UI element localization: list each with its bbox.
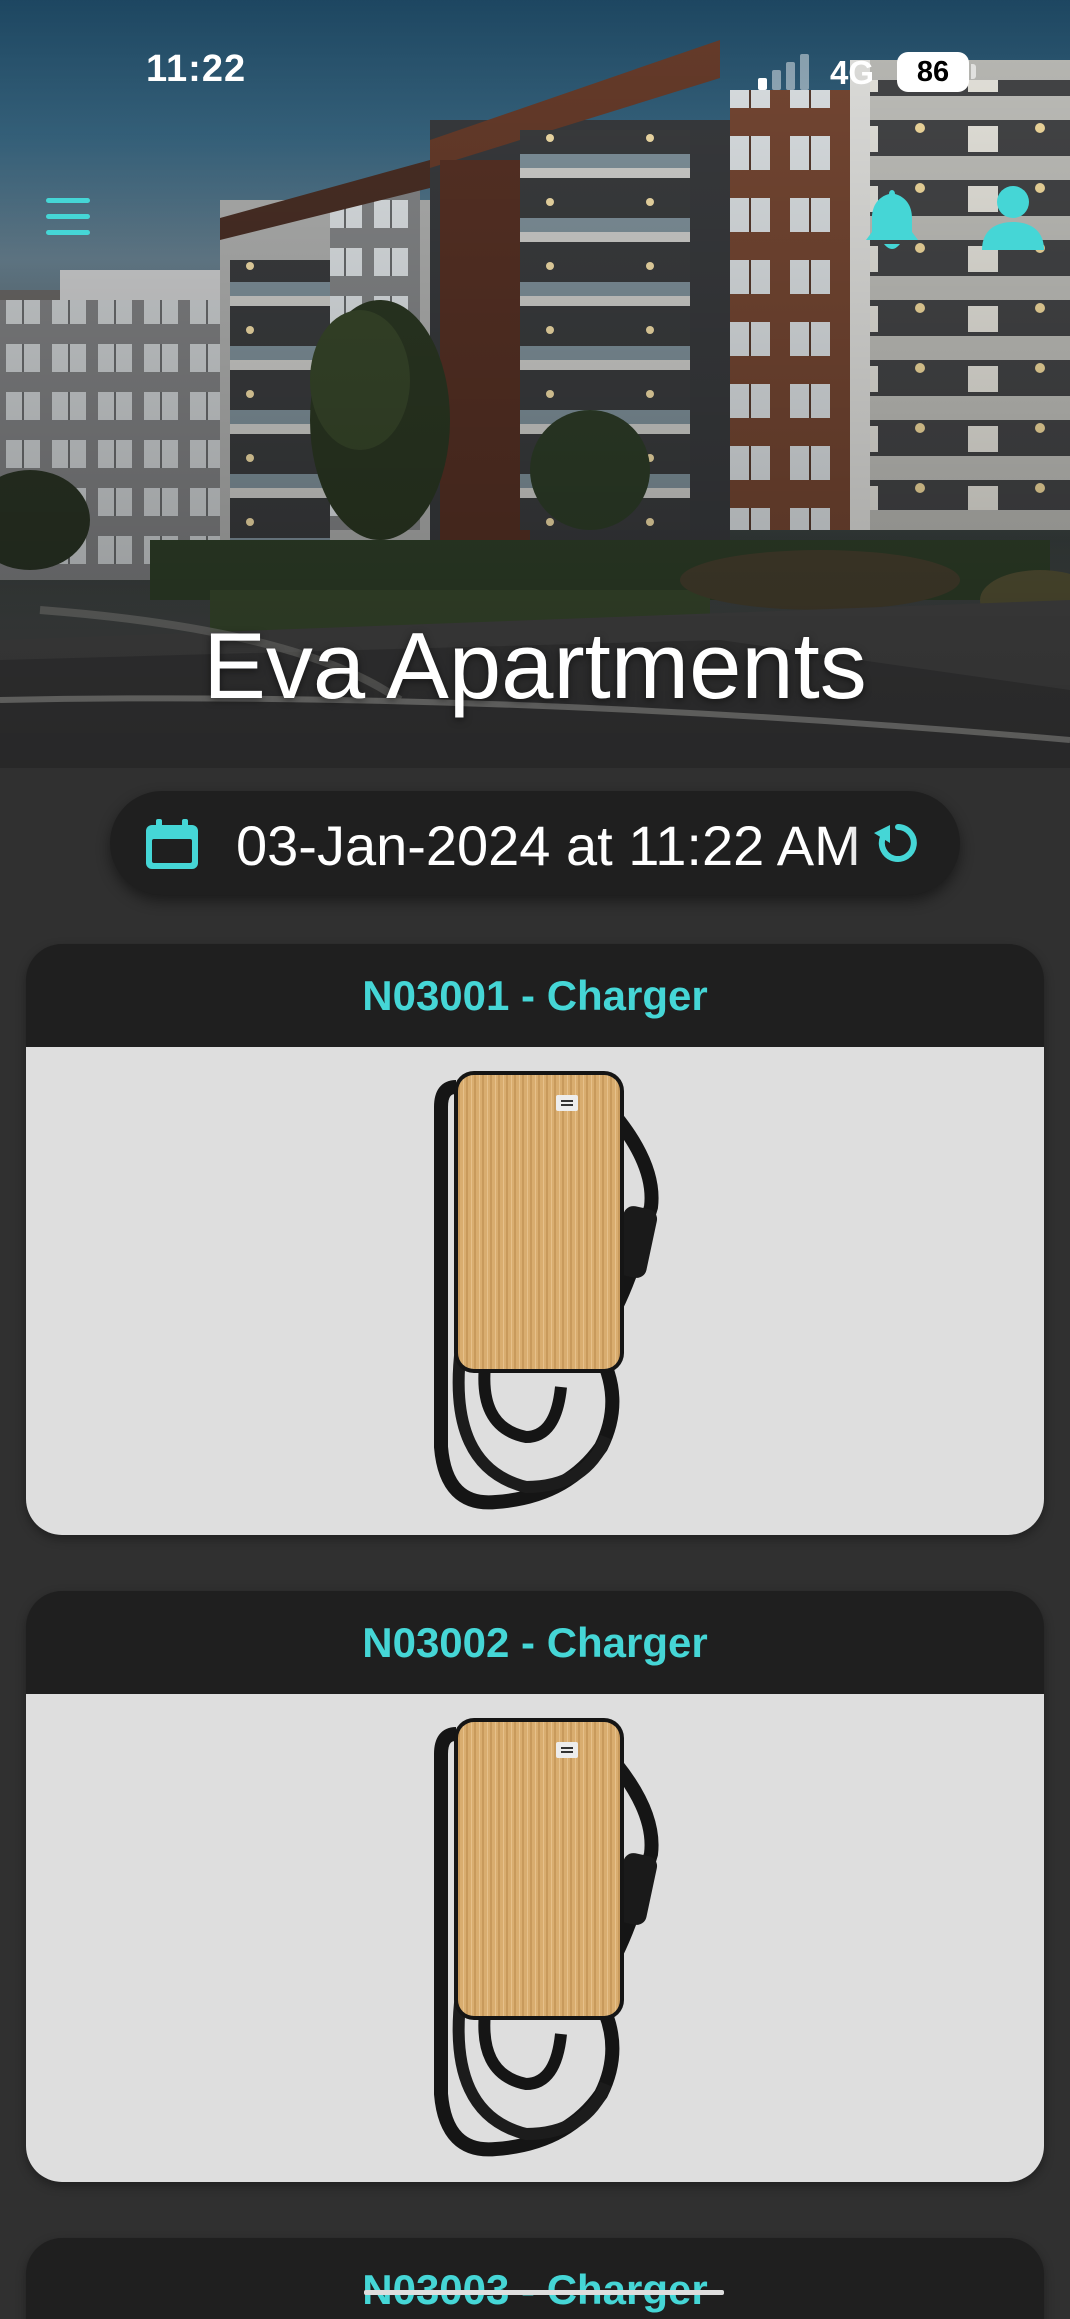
hero-banner: 11:22 4G 86 Eva Apartments	[0, 0, 1070, 768]
date-selector[interactable]: 03-Jan-2024 at 11:22 AM	[110, 791, 960, 895]
battery-tip	[971, 64, 976, 79]
date-time-value[interactable]: 03-Jan-2024 at 11:22 AM	[236, 813, 936, 873]
ev-charger-icon	[434, 1071, 659, 1510]
charger-card[interactable]: N03003 - Charger	[26, 2238, 1044, 2319]
scroll-overlay-line	[364, 2290, 724, 2295]
charger-title[interactable]: N03001 - Charger	[26, 944, 1044, 1047]
charger-title[interactable]: N03002 - Charger	[26, 1591, 1044, 1694]
charger-image	[26, 1047, 1044, 1535]
refresh-icon[interactable]	[872, 817, 924, 869]
charger-image	[26, 1694, 1044, 2182]
charger-card[interactable]: N03002 - Charger	[26, 1591, 1044, 2182]
battery-indicator: 86	[897, 52, 969, 92]
charger-card[interactable]: N03001 - Charger	[26, 944, 1044, 1535]
network-type: 4G	[830, 54, 875, 91]
page-title: Eva Apartments	[203, 613, 867, 718]
status-time: 11:22	[146, 48, 247, 90]
cellular-signal-icon	[758, 54, 814, 90]
user-icon[interactable]	[980, 184, 1046, 254]
bell-icon[interactable]	[862, 186, 922, 254]
charger-title[interactable]: N03003 - Charger	[26, 2238, 1044, 2319]
calendar-icon[interactable]	[144, 819, 200, 871]
ev-charger-icon	[434, 1718, 659, 2157]
status-bar: 11:22 4G 86	[0, 0, 1070, 140]
hamburger-menu-icon[interactable]	[42, 196, 98, 238]
